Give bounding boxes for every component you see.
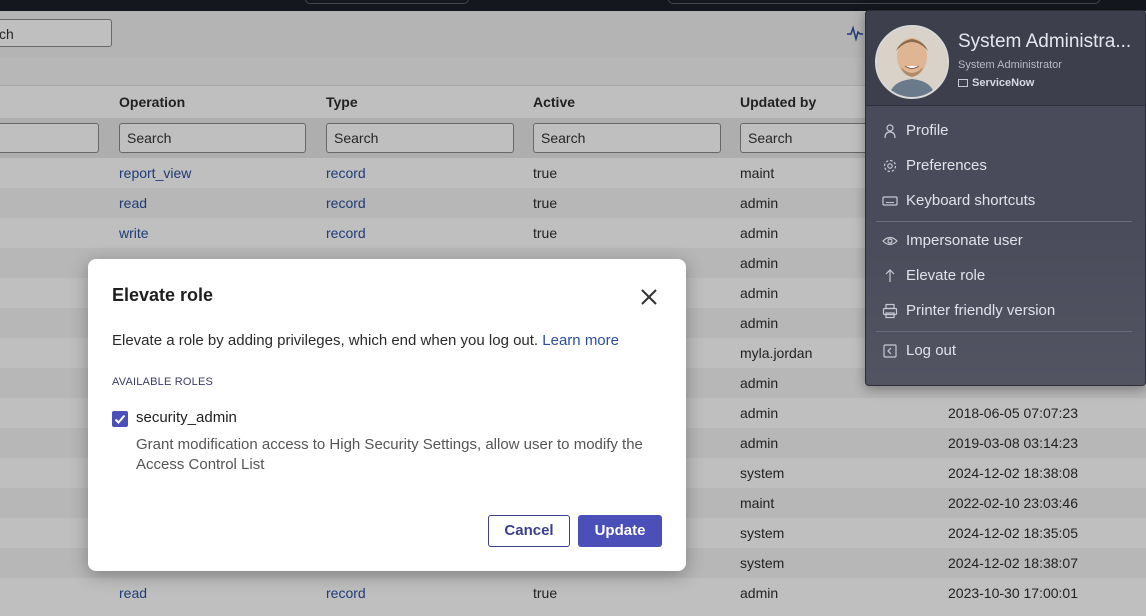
menu-divider <box>876 331 1132 332</box>
gear-icon <box>883 159 897 173</box>
role-description: Grant modification access to High Securi… <box>136 436 643 473</box>
menu-item-label: Log out <box>906 342 957 359</box>
dialog-description: Elevate a role by adding privileges, whi… <box>112 332 619 349</box>
learn-more-link[interactable]: Learn more <box>542 332 619 349</box>
logout-icon <box>883 344 897 358</box>
security-admin-checkbox[interactable] <box>112 411 128 427</box>
user-photo <box>877 27 947 97</box>
user-icon <box>884 124 896 139</box>
building-icon <box>958 79 968 87</box>
menu-divider <box>876 221 1132 222</box>
menu-item-preferences[interactable]: Preferences <box>866 149 1145 183</box>
menu-item-printer-friendly[interactable]: Printer friendly version <box>866 294 1145 328</box>
menu-item-label: Profile <box>906 122 949 139</box>
eye-icon <box>882 236 898 246</box>
user-title: System Administrator <box>958 59 1062 71</box>
dialog-description-text: Elevate a role by adding privileges, whi… <box>112 332 539 349</box>
menu-item-elevate-role[interactable]: Elevate role <box>866 259 1145 293</box>
role-name: security_admin <box>136 409 237 426</box>
menu-item-keyboard-shortcuts[interactable]: Keyboard shortcuts <box>866 184 1145 218</box>
arrow-up-icon <box>885 269 895 282</box>
company-name: ServiceNow <box>972 77 1035 89</box>
user-menu-header: System Administra... System Administrato… <box>866 11 1145 106</box>
menu-item-label: Impersonate user <box>906 232 1023 249</box>
menu-item-log-out[interactable]: Log out <box>866 334 1145 368</box>
keyboard-icon <box>882 196 898 206</box>
menu-item-label: Preferences <box>906 157 987 174</box>
menu-item-label: Keyboard shortcuts <box>906 192 1036 209</box>
close-icon[interactable] <box>639 287 659 307</box>
checkmark-icon <box>114 414 126 424</box>
menu-item-label: Printer friendly version <box>906 302 1056 319</box>
user-menu-dropdown: System Administra... System Administrato… <box>865 10 1146 386</box>
dialog-title: Elevate role <box>112 285 214 305</box>
update-button[interactable]: Update <box>578 515 662 547</box>
elevate-role-dialog: Elevate role Elevate a role by adding pr… <box>88 259 686 571</box>
cancel-button[interactable]: Cancel <box>488 515 570 547</box>
menu-item-profile[interactable]: Profile <box>866 114 1145 148</box>
user-name: System Administra... <box>958 31 1132 52</box>
menu-item-impersonate-user[interactable]: Impersonate user <box>866 224 1145 258</box>
menu-item-label: Elevate role <box>906 267 986 284</box>
avatar <box>875 25 949 99</box>
available-roles-heading: AVAILABLE ROLES <box>112 376 214 388</box>
user-company: ServiceNow <box>958 77 1034 89</box>
printer-icon <box>882 303 898 319</box>
